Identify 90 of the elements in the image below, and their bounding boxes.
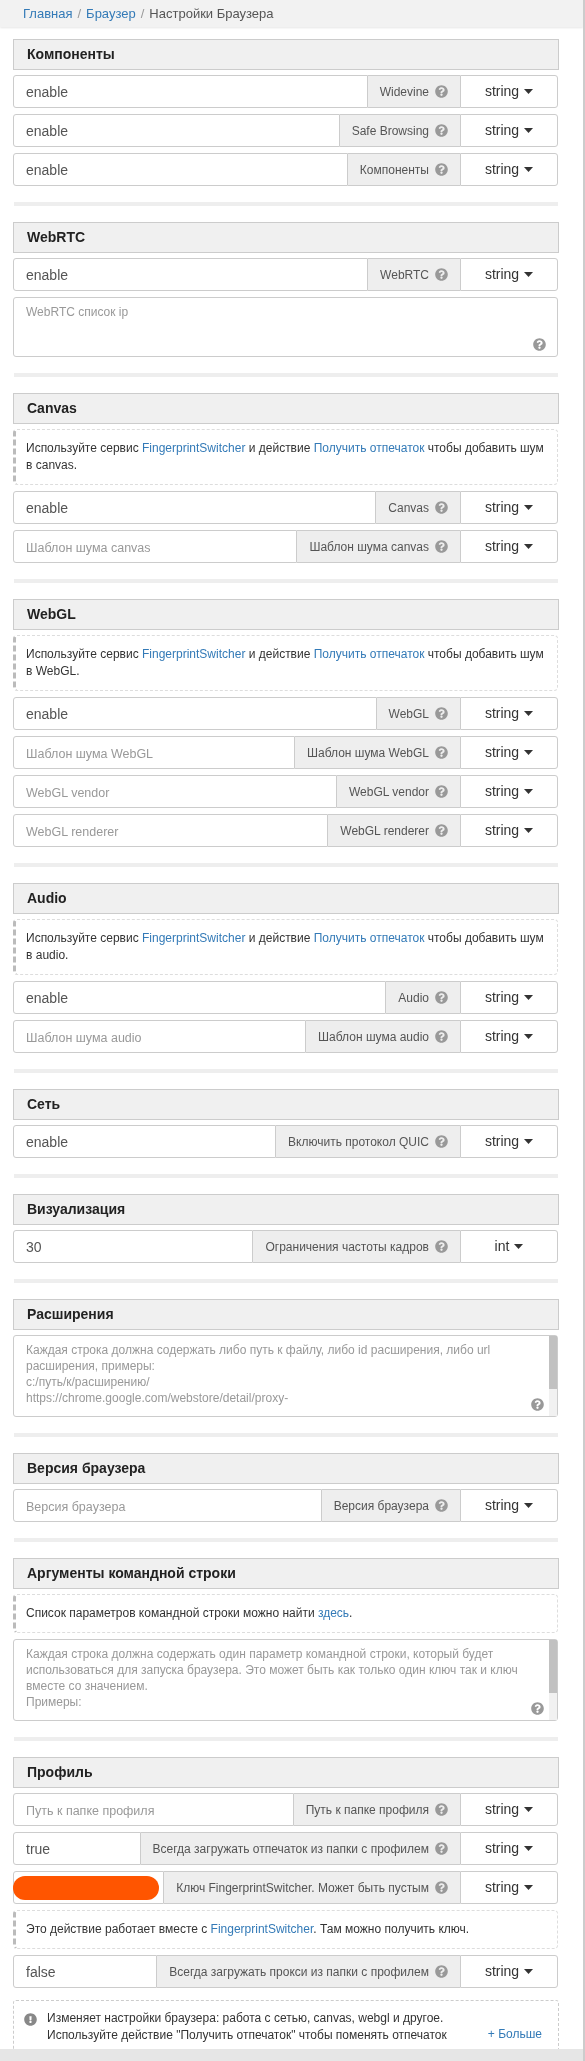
field-label: Safe Browsing (339, 114, 460, 147)
note-text: Изменяет настройки браузера: работа с сетью, canvas, webgl и другое. (47, 2011, 445, 2026)
type-dropdown[interactable]: string (460, 814, 558, 847)
info-note: Используйте сервис FingerprintSwitcher и действие Получить отпечаток чтобы добавить шум в canvas. (13, 429, 558, 485)
input-field[interactable]: Шаблон шума canvas (13, 530, 298, 563)
type-dropdown[interactable]: string (460, 258, 558, 291)
field-label: Ограничения частоты кадров (253, 1230, 460, 1263)
field-label: Шаблон шума canvas (297, 530, 460, 563)
type-dropdown[interactable]: string (460, 530, 558, 563)
note-text: Используйте действие "Получить отпечаток" чтобы поменять отпечаток (47, 2028, 448, 2043)
link[interactable]: FingerprintSwitcher (142, 931, 246, 945)
input-field[interactable]: enable (13, 258, 369, 291)
field-label: Всегда загружать прокси из папки с профилем (157, 1955, 460, 1988)
field-label: Включить протокол QUIC (276, 1125, 460, 1158)
section-header: Canvas (13, 393, 559, 424)
link[interactable]: Получить отпечаток (313, 441, 425, 455)
field-label: WebGL (376, 697, 460, 730)
type-dropdown[interactable]: string (460, 981, 558, 1014)
type-dropdown[interactable]: string (460, 1793, 558, 1826)
type-dropdown[interactable]: string (460, 775, 558, 808)
input-field[interactable]: Версия браузера (13, 1489, 322, 1522)
info-note: Используйте сервис FingerprintSwitcher и действие Получить отпечаток чтобы добавить шум в audio. (13, 919, 558, 975)
section-header: Компоненты (13, 39, 559, 70)
field-label: Шаблон шума WebGL (295, 736, 460, 769)
type-dropdown[interactable]: int (460, 1230, 558, 1263)
breadcrumb-link[interactable]: Главная (23, 3, 73, 24)
type-dropdown[interactable]: string (460, 697, 558, 730)
breadcrumb-separator: / (140, 4, 145, 23)
type-dropdown[interactable]: string (460, 736, 558, 769)
input-field[interactable]: enable (13, 114, 340, 147)
field-label: Audio (386, 981, 460, 1014)
input-field[interactable]: 30 (13, 1230, 254, 1263)
section-header: Визуализация (13, 1194, 559, 1225)
type-dropdown[interactable]: string (460, 153, 558, 186)
input-field[interactable]: enable (13, 981, 387, 1014)
field-label: Ключ FingerprintSwitcher. Может быть пустым (164, 1871, 460, 1904)
section-header: WebRTC (13, 222, 559, 253)
input-field[interactable]: Шаблон шума audio (13, 1020, 307, 1053)
type-dropdown[interactable]: string (460, 1489, 558, 1522)
field-label: WebGL vendor (336, 775, 460, 808)
type-dropdown[interactable]: string (460, 1832, 558, 1865)
link[interactable]: FingerprintSwitcher (142, 647, 246, 661)
section-header: Профиль (13, 1757, 559, 1788)
type-dropdown[interactable]: string (460, 1955, 558, 1988)
link[interactable]: FingerprintSwitcher (210, 1922, 314, 1936)
section-header: Audio (13, 883, 559, 914)
field-label: Всегда загружать отпечаток из папки с профилем (140, 1832, 460, 1865)
link[interactable]: Получить отпечаток (313, 647, 425, 661)
breadcrumb-separator: / (77, 4, 82, 23)
link[interactable]: FingerprintSwitcher (142, 441, 246, 455)
section-header: WebGL (13, 599, 559, 630)
type-dropdown[interactable]: string (460, 491, 558, 524)
breadcrumb-current: Настройки Браузера (149, 4, 274, 23)
info-note: Список параметров командной строки можно найти здесь. (13, 1594, 558, 1633)
field-label: Canvas (376, 491, 460, 524)
info-note: Используйте сервис FingerprintSwitcher и действие Получить отпечаток чтобы добавить шум в WebGL. (13, 635, 558, 691)
type-dropdown[interactable]: string (460, 1871, 558, 1904)
input-field[interactable]: enable (13, 1125, 277, 1158)
field-label: Widevine (367, 75, 460, 108)
section-header: Сеть (13, 1089, 559, 1120)
textarea-field[interactable]: Каждая строка должна содержать либо путь к файлу, либо id расширения, либо url расширения, примеры: c:/путь/к/расширению/ https://chrome.google.com/webstore/detail/proxy- (13, 1335, 558, 1417)
textarea-field[interactable]: WebRTC список ip (13, 297, 558, 357)
input-field[interactable]: WebGL renderer (13, 814, 329, 847)
type-dropdown[interactable]: string (460, 1125, 558, 1158)
breadcrumb-link[interactable]: Браузер (86, 3, 136, 24)
section-header: Версия браузера (13, 1453, 559, 1484)
input-field[interactable]: WebGL vendor (13, 775, 337, 808)
section-header: Расширения (13, 1299, 559, 1330)
type-dropdown[interactable]: string (460, 75, 558, 108)
field-label: Путь к папке профиля (293, 1793, 460, 1826)
input-field[interactable]: Шаблон шума WebGL (13, 736, 295, 769)
input-field[interactable]: false (13, 1955, 158, 1988)
type-dropdown[interactable]: string (460, 114, 558, 147)
input-field[interactable]: enable (13, 75, 368, 108)
field-label: Компоненты (347, 153, 460, 186)
type-dropdown[interactable]: string (460, 1020, 558, 1053)
field-label: WebRTC (368, 258, 460, 291)
info-note: Это действие работает вместе с FingerprintSwitcher. Там можно получить ключ. (13, 1910, 558, 1949)
input-field[interactable]: true (13, 1832, 141, 1865)
field-label: WebGL renderer (328, 814, 460, 847)
textarea-field[interactable]: Каждая строка должна содержать один параметр командной строки, который будет использоваться для запуска браузера. Это может быть как только один ключ так и ключ вместе со значением. Примеры: (13, 1639, 558, 1721)
input-field[interactable]: Путь к папке профиля (13, 1793, 294, 1826)
link[interactable]: Получить отпечаток (313, 931, 425, 945)
input-field[interactable]: enable (13, 491, 377, 524)
field-label: Версия браузера (321, 1489, 460, 1522)
more-link[interactable]: + Больше (487, 2025, 542, 2043)
input-field[interactable]: enable (13, 153, 348, 186)
field-label: Шаблон шума audio (306, 1020, 460, 1053)
section-header: Аргументы командной строки (13, 1558, 559, 1589)
input-field[interactable]: enable (13, 697, 377, 730)
